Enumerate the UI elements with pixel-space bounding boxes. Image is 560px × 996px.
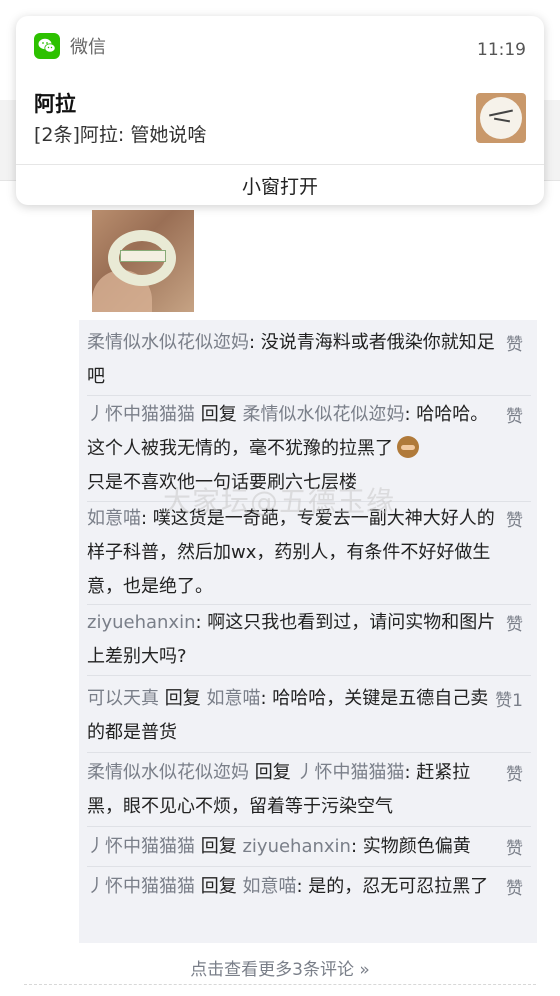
reply-target[interactable]: 如意喵	[206, 688, 260, 709]
divider	[87, 866, 531, 867]
screen: 微信 11:19 阿拉 [2条]阿拉: 管她说啥 小窗打开 柔情似水似花似迩妈:…	[0, 0, 560, 996]
comment-text: 是的，忍无可忍拉黑了	[308, 876, 489, 897]
divider	[87, 752, 531, 753]
comment-author[interactable]: 丿怀中猫猫猫	[87, 404, 195, 425]
wechat-notification[interactable]: 微信 11:19 阿拉 [2条]阿拉: 管她说啥 小窗打开	[16, 16, 544, 205]
comment-item[interactable]: 丿怀中猫猫猫 回复 柔情似水似花似迩妈: 哈哈哈。这个人被我无情的，毫不犹豫的拉…	[87, 398, 531, 500]
like-button[interactable]: 赞1	[495, 684, 523, 718]
like-button[interactable]: 赞	[506, 400, 523, 434]
notification-header: 微信	[34, 32, 106, 60]
sender-avatar	[476, 93, 526, 143]
reply-target[interactable]: ziyuehanxin	[242, 836, 351, 857]
divider	[87, 675, 531, 676]
comment-item[interactable]: ziyuehanxin: 啊这只我也看到过，请问实物和图片上差别大吗? 赞	[87, 606, 531, 674]
comment-author[interactable]: 柔情似水似花似迩妈	[87, 332, 249, 353]
post-photo-bangle[interactable]	[92, 210, 194, 312]
notification-time: 11:19	[477, 40, 526, 60]
comment-item[interactable]: 可以天真 回复 如意喵: 哈哈哈，关键是五德自己卖的都是普货 赞1	[87, 682, 531, 750]
see-no-evil-monkey-icon	[397, 436, 419, 458]
like-button[interactable]: 赞	[506, 328, 523, 362]
like-button[interactable]: 赞	[506, 832, 523, 866]
reply-target[interactable]: 丿怀中猫猫猫	[296, 762, 404, 783]
notification-title: 阿拉	[34, 92, 76, 116]
like-button[interactable]: 赞	[506, 504, 523, 538]
comment-author[interactable]: 如意喵	[87, 508, 141, 529]
like-button[interactable]: 赞	[506, 758, 523, 792]
like-button[interactable]: 赞	[506, 608, 523, 642]
comment-text: 实物颜色偏黄	[362, 836, 471, 857]
comment-author[interactable]: ziyuehanxin	[87, 612, 196, 633]
notification-message: [2条]阿拉: 管她说啥	[34, 124, 207, 146]
wechat-icon	[34, 33, 60, 59]
comment-author[interactable]: 丿怀中猫猫猫	[87, 876, 195, 897]
comment-item[interactable]: 如意喵: 噗这货是一奇葩，专爱去一副大神大好人的样子科普，然后加wx，药别人，有…	[87, 502, 531, 604]
comment-text-line2: 只是不喜欢他一句话要刷六七层楼	[87, 472, 357, 493]
comment-list: 柔情似水似花似迩妈: 没说青海料或者俄染你就知足吧 赞 丿怀中猫猫猫 回复 柔情…	[79, 320, 537, 943]
reply-target[interactable]: 柔情似水似花似迩妈	[242, 404, 404, 425]
like-button[interactable]: 赞	[506, 872, 523, 906]
app-name: 微信	[70, 37, 106, 58]
more-comments-link[interactable]: 点击查看更多3条评论 »	[0, 955, 560, 980]
divider	[87, 826, 531, 827]
divider	[87, 395, 531, 396]
open-in-window-button[interactable]: 小窗打开	[16, 165, 544, 205]
divider	[24, 984, 536, 985]
reply-target[interactable]: 如意喵	[242, 876, 296, 897]
like-count: 1	[512, 691, 523, 711]
comment-item[interactable]: 柔情似水似花似迩妈 回复 丿怀中猫猫猫: 赶紧拉黑，眼不见心不烦，留着等于污染空…	[87, 756, 531, 824]
comment-author[interactable]: 丿怀中猫猫猫	[87, 836, 195, 857]
comment-item[interactable]: 丿怀中猫猫猫 回复 如意喵: 是的，忍无可忍拉黑了 赞	[87, 870, 531, 904]
comment-item[interactable]: 丿怀中猫猫猫 回复 ziyuehanxin: 实物颜色偏黄 赞	[87, 830, 531, 864]
comment-item[interactable]: 柔情似水似花似迩妈: 没说青海料或者俄染你就知足吧 赞	[87, 326, 531, 394]
comment-author[interactable]: 柔情似水似花似迩妈	[87, 762, 249, 783]
divider	[87, 604, 531, 605]
comment-author[interactable]: 可以天真	[87, 688, 159, 709]
